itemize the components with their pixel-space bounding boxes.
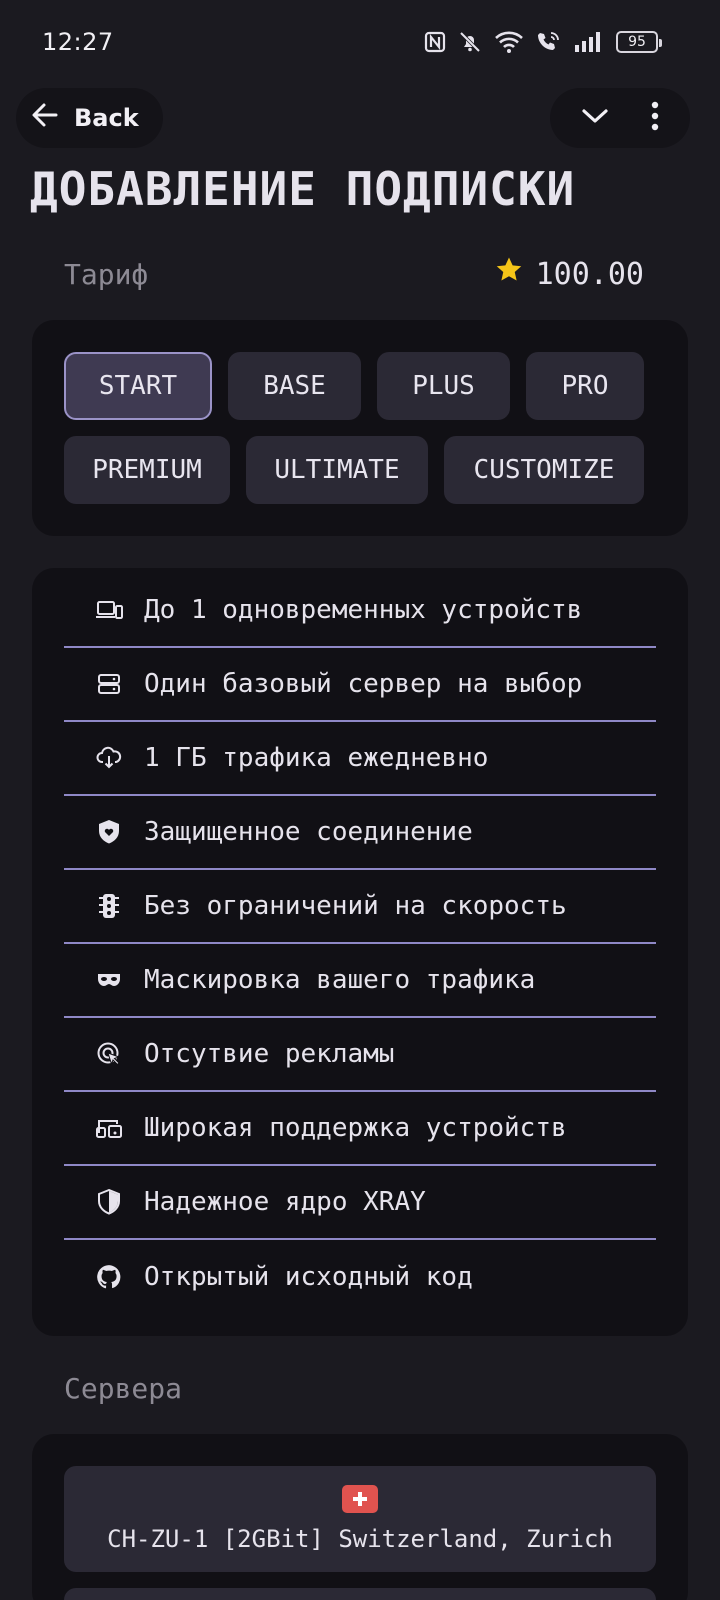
features-card: До 1 одновременных устройств Один базовы… (32, 568, 688, 1336)
traffic-light-icon (94, 891, 124, 921)
feature-text: Маскировка вашего трафика (144, 965, 536, 995)
feature-text: Один базовый сервер на выбор (144, 669, 583, 699)
plan-row-2: PREMIUM ULTIMATE CUSTOMIZE (64, 436, 656, 504)
status-bar: 12:27 95 (0, 0, 720, 84)
plan-base-button[interactable]: BASE (228, 352, 361, 420)
github-icon (94, 1262, 124, 1292)
more-vert-icon[interactable] (650, 101, 660, 135)
feature-item: 1 ГБ трафика ежедневно (64, 722, 656, 796)
plan-ultimate-button[interactable]: ULTIMATE (246, 436, 428, 504)
feature-item: Защищенное соединение (64, 796, 656, 870)
chevron-down-icon[interactable] (580, 101, 610, 135)
feature-item: Широкая поддержка устройств (64, 1092, 656, 1166)
servers-label: Сервера (64, 1372, 183, 1405)
shield-half-icon (94, 1187, 124, 1217)
plan-customize-button[interactable]: CUSTOMIZE (444, 436, 644, 504)
shield-heart-icon (94, 817, 124, 847)
price: 100.00 (494, 255, 644, 293)
tariff-label: Тариф (64, 257, 149, 291)
plans-card: START BASE PLUS PRO PREMIUM ULTIMATE CUS… (32, 320, 688, 536)
plan-row-1: START BASE PLUS PRO (64, 352, 656, 420)
feature-text: Открытый исходный код (144, 1262, 473, 1292)
feature-text: Надежное ядро XRAY (144, 1187, 426, 1217)
feature-item: Надежное ядро XRAY (64, 1166, 656, 1240)
status-icons: 95 (424, 30, 662, 54)
top-bar: Back (16, 88, 690, 148)
server-icon (94, 669, 124, 699)
star-icon (494, 255, 524, 293)
feature-text: Без ограничений на скорость (144, 891, 567, 921)
mask-icon (94, 965, 124, 995)
plan-pro-button[interactable]: PRO (526, 352, 644, 420)
cloud-download-icon (94, 743, 124, 773)
feature-text: Защищенное соединение (144, 817, 473, 847)
feature-item: Маскировка вашего трафика (64, 944, 656, 1018)
feature-item: Без ограничений на скорость (64, 870, 656, 944)
devices-icon (94, 595, 124, 625)
feature-text: До 1 одновременных устройств (144, 595, 583, 625)
multi-device-icon (94, 1113, 124, 1143)
bell-off-icon (458, 30, 482, 54)
plan-premium-button[interactable]: PREMIUM (64, 436, 230, 504)
server-name: CH-ZU-1 [2GBit] Switzerland, Zurich (107, 1525, 613, 1553)
feature-item: До 1 одновременных устройств (64, 574, 656, 648)
signal-icon (574, 31, 604, 53)
page-title: ДОБАВЛЕНИЕ ПОДПИСКИ (30, 162, 576, 216)
servers-card: CH-ZU-1 [2GBit] Switzerland, Zurich (32, 1434, 688, 1600)
price-value: 100.00 (535, 256, 644, 292)
back-label: Back (74, 104, 139, 132)
back-button[interactable]: Back (16, 88, 163, 148)
feature-item: Открытый исходный код (64, 1240, 656, 1314)
server-item[interactable] (64, 1588, 656, 1600)
arrow-left-icon (30, 100, 60, 136)
tariff-row: Тариф 100.00 (64, 252, 644, 296)
feature-text: Широкая поддержка устройств (144, 1113, 567, 1143)
call-wifi-icon (536, 30, 562, 54)
switzerland-flag-icon (342, 1485, 378, 1513)
plan-start-button[interactable]: START (64, 352, 212, 420)
feature-text: Отсутвие рекламы (144, 1039, 395, 1069)
battery-icon: 95 (616, 31, 662, 53)
feature-text: 1 ГБ трафика ежедневно (144, 743, 489, 773)
wifi-icon (494, 30, 524, 54)
header-actions (550, 88, 690, 148)
plan-plus-button[interactable]: PLUS (377, 352, 510, 420)
server-item[interactable]: CH-ZU-1 [2GBit] Switzerland, Zurich (64, 1466, 656, 1572)
feature-item: Отсутвие рекламы (64, 1018, 656, 1092)
ad-block-icon (94, 1039, 124, 1069)
nfc-icon (424, 31, 446, 53)
feature-item: Один базовый сервер на выбор (64, 648, 656, 722)
status-time: 12:27 (42, 28, 114, 56)
